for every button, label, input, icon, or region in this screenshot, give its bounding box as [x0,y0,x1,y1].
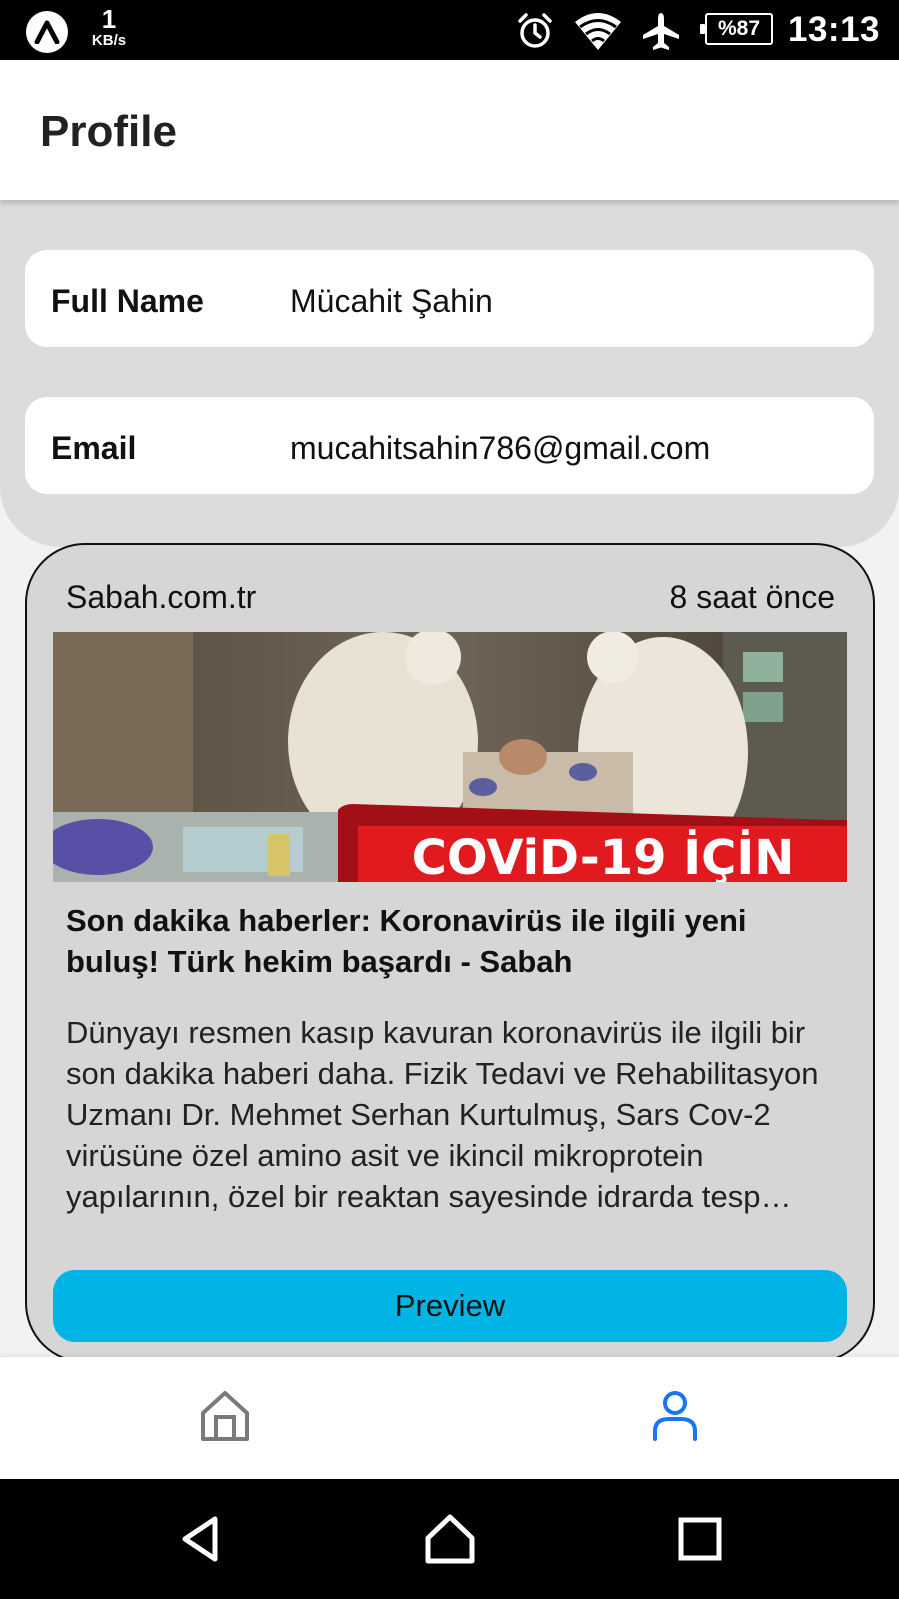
nav-profile[interactable] [635,1375,715,1455]
news-source: Sabah.com.tr [66,579,257,615]
wifi-icon [573,10,623,57]
back-icon [182,1516,218,1562]
email-label: Email [51,430,137,466]
news-card[interactable]: Sabah.com.tr 8 saat önce COViD-19 İÇİN S… [25,543,875,1363]
home-system-button[interactable] [418,1507,482,1571]
news-description: Dünyayı resmen kasıp kavuran koronavirüs… [66,1015,819,1214]
network-speed-unit: KB/s [91,32,127,49]
news-photo: COViD-19 İÇİN [53,632,847,882]
news-image: COViD-19 İÇİN [53,632,847,882]
full-name-label: Full Name [51,283,204,319]
preview-button[interactable]: Preview [53,1270,847,1342]
full-name-value: Mücahit Şahin [290,283,493,319]
news-title: Son dakika haberler: Koronavirüs ile ilg… [66,903,747,979]
full-name-row: Full Name Mücahit Şahin [25,250,874,347]
person-icon [653,1391,697,1441]
page-title: Profile [40,107,177,156]
clock: 13:13 [788,10,881,49]
recents-button[interactable] [668,1507,732,1571]
battery-icon: %87 [700,13,773,45]
home-icon [425,1514,475,1564]
network-speed: 1 KB/s [84,6,134,48]
app-logo-icon [26,11,68,53]
news-image-banner: COViD-19 İÇİN [412,829,795,882]
nav-home[interactable] [185,1375,265,1455]
system-nav-bar [0,1479,899,1599]
bottom-nav [0,1357,899,1479]
alarm-icon [516,12,554,55]
home-icon [201,1391,249,1441]
app-header: Profile [0,60,899,200]
screen: 1 KB/s %87 13:13 Profile Full Name Mücah… [0,0,899,1599]
status-bar: 1 KB/s %87 13:13 [0,0,899,60]
network-speed-value: 1 [101,4,117,34]
profile-panel: Full Name Mücahit Şahin Email mucahitsah… [0,200,899,547]
recents-icon [678,1517,722,1561]
news-time: 8 saat önce [669,579,835,615]
airplane-icon [641,11,681,56]
email-value: mucahitsahin786@gmail.com [290,430,711,466]
email-row: Email mucahitsahin786@gmail.com [25,397,874,494]
back-button[interactable] [168,1507,232,1571]
